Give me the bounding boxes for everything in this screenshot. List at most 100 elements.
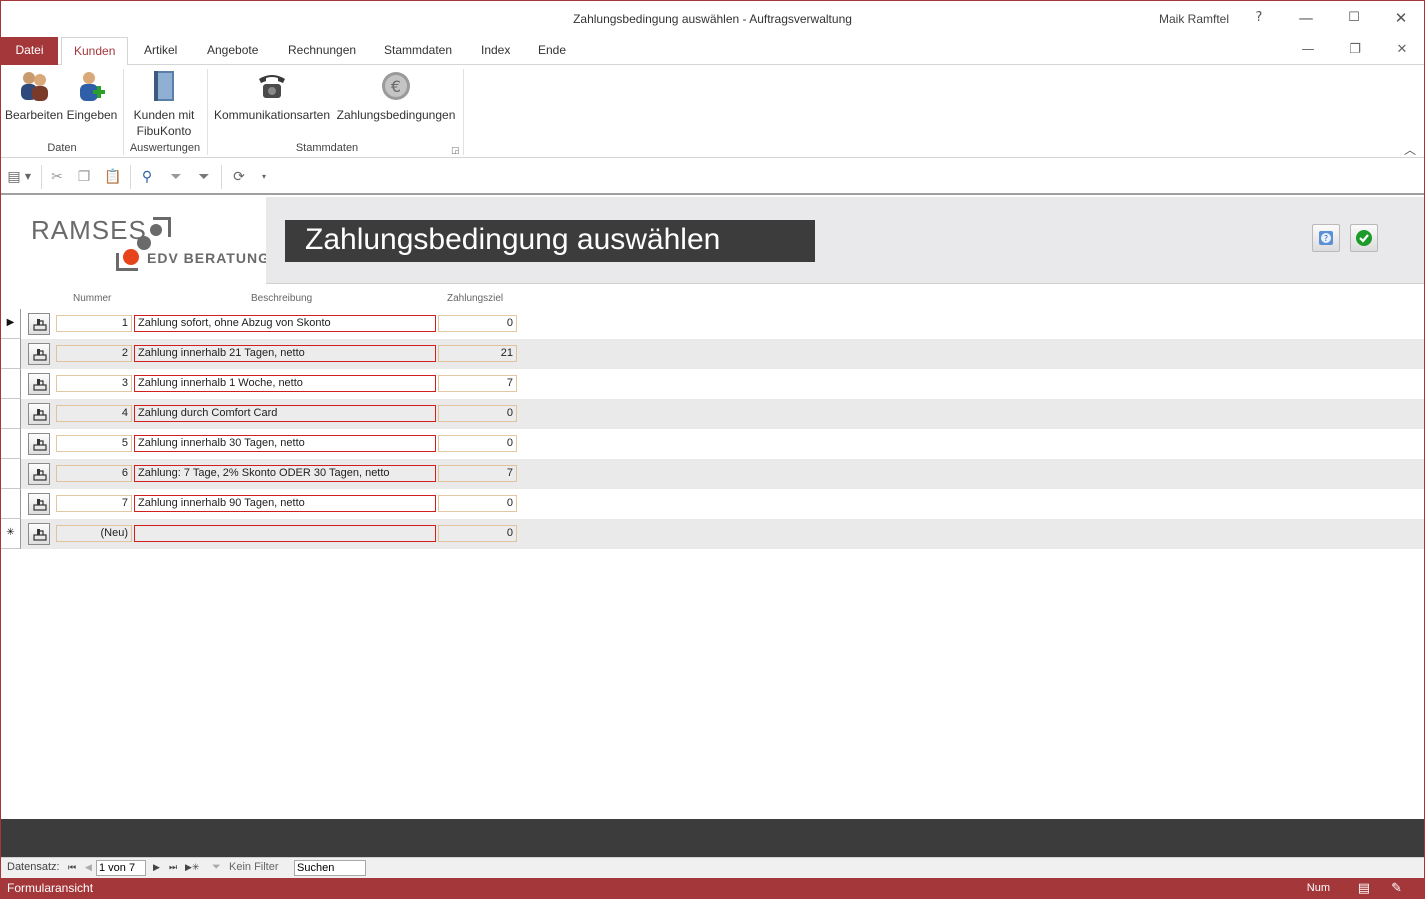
- minimize-button[interactable]: —: [1291, 7, 1321, 31]
- zahlungsziel-field[interactable]: 0: [438, 525, 517, 542]
- no-filter-label[interactable]: Kein Filter: [229, 861, 279, 873]
- tab-kunden[interactable]: Kunden: [61, 37, 129, 66]
- tab-stammdaten[interactable]: Stammdaten: [372, 37, 464, 65]
- question-icon: ?: [1319, 231, 1333, 245]
- zahlungsbedingungen-button[interactable]: € Zahlungsbedingungen: [335, 69, 457, 123]
- refresh-icon[interactable]: ⟳: [230, 168, 248, 186]
- edit-record-button[interactable]: [28, 433, 50, 455]
- edit-record-button[interactable]: [28, 343, 50, 365]
- nummer-field[interactable]: 6: [56, 465, 132, 482]
- last-record-icon[interactable]: ⏭: [169, 862, 177, 873]
- record-selector[interactable]: [1, 429, 21, 459]
- edit-record-button[interactable]: [28, 313, 50, 335]
- zahlungsziel-field[interactable]: 21: [438, 345, 517, 362]
- new-record-icon[interactable]: ▶✳: [185, 862, 199, 873]
- toolbar-separator: [41, 165, 42, 189]
- record-selector[interactable]: ✳: [1, 519, 21, 549]
- beschreibung-field[interactable]: Zahlung durch Comfort Card: [134, 405, 436, 422]
- help-button[interactable]: ?: [1244, 7, 1274, 31]
- filter-icon[interactable]: ⏷: [195, 168, 213, 186]
- doc-minimize-icon[interactable]: —: [1296, 41, 1320, 61]
- copy-icon[interactable]: ❐: [75, 168, 93, 186]
- record-selector[interactable]: ▶: [1, 309, 21, 339]
- user-name[interactable]: Maik Ramftel: [1159, 12, 1229, 26]
- first-record-icon[interactable]: ⏮: [68, 862, 76, 873]
- chevron-down-icon[interactable]: ▼: [23, 168, 33, 186]
- tab-ende[interactable]: Ende: [526, 37, 578, 65]
- cut-icon[interactable]: ✂: [48, 168, 66, 186]
- status-bar: Formularansicht Num ▤ ✎: [1, 878, 1425, 899]
- search-input[interactable]: Suchen: [294, 860, 366, 876]
- nummer-field[interactable]: 7: [56, 495, 132, 512]
- next-record-icon[interactable]: ▶: [153, 862, 160, 873]
- edit-record-button[interactable]: [28, 493, 50, 515]
- beschreibung-field[interactable]: Zahlung innerhalb 30 Tagen, netto: [134, 435, 436, 452]
- beschreibung-field[interactable]: [134, 525, 436, 542]
- tab-index[interactable]: Index: [469, 37, 522, 65]
- doc-close-icon[interactable]: ✕: [1390, 41, 1414, 61]
- table-row[interactable]: 7 Zahlung innerhalb 90 Tagen, netto 0: [1, 489, 1424, 519]
- previous-record-icon[interactable]: ◀: [85, 862, 92, 873]
- beschreibung-field[interactable]: Zahlung: 7 Tage, 2% Skonto ODER 30 Tagen…: [134, 465, 436, 482]
- nummer-field[interactable]: 3: [56, 375, 132, 392]
- beschreibung-field[interactable]: Zahlung sofort, ohne Abzug von Skonto: [134, 315, 436, 332]
- record-selector[interactable]: [1, 399, 21, 429]
- record-selector[interactable]: [1, 369, 21, 399]
- table-row[interactable]: 4 Zahlung durch Comfort Card 0: [1, 399, 1424, 429]
- paste-icon[interactable]: 📋: [104, 168, 122, 186]
- close-button[interactable]: ✕: [1386, 7, 1416, 31]
- confirm-button[interactable]: [1350, 224, 1378, 252]
- table-row[interactable]: 2 Zahlung innerhalb 21 Tagen, netto 21: [1, 339, 1424, 369]
- bearbeiten-button[interactable]: Bearbeiten: [5, 69, 63, 123]
- maximize-button[interactable]: ☐: [1339, 7, 1369, 31]
- doc-restore-icon[interactable]: ❐: [1343, 41, 1367, 61]
- record-selector[interactable]: [1, 489, 21, 519]
- filter-selection-icon[interactable]: ⏷: [167, 168, 185, 186]
- nummer-field[interactable]: 1: [56, 315, 132, 332]
- table-row[interactable]: ✳ (Neu) 0: [1, 519, 1424, 549]
- eingeben-button[interactable]: Eingeben: [65, 69, 119, 123]
- beschreibung-field[interactable]: Zahlung innerhalb 90 Tagen, netto: [134, 495, 436, 512]
- form-header: RAMSES EDV BERATUNG Zahlungsbedingung au…: [1, 197, 1424, 284]
- dialog-launcher-icon[interactable]: ◲: [451, 145, 460, 156]
- table-row[interactable]: 5 Zahlung innerhalb 30 Tagen, netto 0: [1, 429, 1424, 459]
- zahlungsziel-field[interactable]: 0: [438, 495, 517, 512]
- edit-record-button[interactable]: [28, 403, 50, 425]
- search-icon[interactable]: ⚲: [138, 168, 156, 186]
- table-row[interactable]: 3 Zahlung innerhalb 1 Woche, netto 7: [1, 369, 1424, 399]
- nummer-field[interactable]: 4: [56, 405, 132, 422]
- beschreibung-field[interactable]: Zahlung innerhalb 1 Woche, netto: [134, 375, 436, 392]
- nummer-field[interactable]: 2: [56, 345, 132, 362]
- nummer-field[interactable]: (Neu): [56, 525, 132, 542]
- record-selector[interactable]: [1, 339, 21, 369]
- zahlungsziel-field[interactable]: 7: [438, 465, 517, 482]
- table-row[interactable]: 6 Zahlung: 7 Tage, 2% Skonto ODER 30 Tage…: [1, 459, 1424, 489]
- form-view-icon[interactable]: ▤: [1358, 880, 1370, 896]
- tab-angebote[interactable]: Angebote: [195, 37, 270, 65]
- help-form-button[interactable]: ?: [1312, 224, 1340, 252]
- nummer-field[interactable]: 5: [56, 435, 132, 452]
- customize-toolbar-icon[interactable]: ▾: [259, 168, 269, 186]
- edit-record-button[interactable]: [28, 373, 50, 395]
- tab-artikel[interactable]: Artikel: [132, 37, 189, 65]
- collapse-ribbon-icon[interactable]: ︿: [1404, 141, 1416, 158]
- zahlungsziel-field[interactable]: 7: [438, 375, 517, 392]
- edit-record-icon: [33, 469, 47, 481]
- edit-record-button[interactable]: [28, 463, 50, 485]
- zahlungsziel-field[interactable]: 0: [438, 435, 517, 452]
- beschreibung-field[interactable]: Zahlung innerhalb 21 Tagen, netto: [134, 345, 436, 362]
- tab-rechnungen[interactable]: Rechnungen: [276, 37, 368, 65]
- record-selector[interactable]: [1, 459, 21, 489]
- zahlungsziel-field[interactable]: 0: [438, 315, 517, 332]
- tab-datei[interactable]: Datei: [1, 37, 58, 65]
- design-view-icon[interactable]: ✎: [1391, 880, 1402, 896]
- table-row[interactable]: ▶ 1 Zahlung sofort, ohne Abzug von Skonto 0: [1, 309, 1424, 339]
- kunden-fibukonto-button[interactable]: Kunden mit FibuKonto: [127, 69, 201, 139]
- zahlungsziel-field[interactable]: 0: [438, 405, 517, 422]
- kunden-fibukonto-label-1: Kunden mit: [133, 108, 195, 122]
- kommunikationsarten-button[interactable]: Kommunikationsarten: [212, 69, 332, 123]
- current-record-field[interactable]: 1 von 7: [96, 860, 146, 876]
- view-icon[interactable]: ▤: [5, 168, 23, 186]
- edit-record-button[interactable]: [28, 523, 50, 545]
- book-icon: [148, 69, 180, 103]
